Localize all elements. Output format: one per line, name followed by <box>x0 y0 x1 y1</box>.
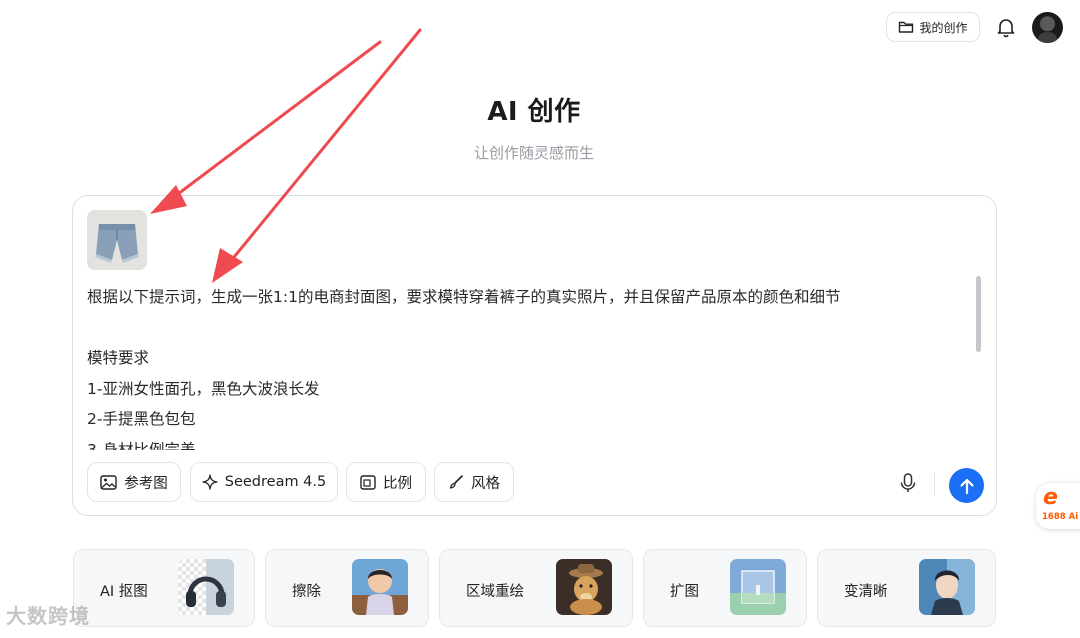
user-avatar[interactable] <box>1032 12 1063 43</box>
folder-icon <box>899 21 914 33</box>
prompt-line: 模特要求 <box>87 349 150 367</box>
prompt-scrollbar[interactable] <box>976 276 981 352</box>
prompt-line: 3-身材比例完美 <box>87 440 196 451</box>
reference-image-label: 参考图 <box>124 475 168 492</box>
prompt-textarea[interactable]: 根据以下提示词，生成一张1:1的电商封面图，要求模特穿着裤子的真实照片，并且保留… <box>87 282 967 450</box>
feature-label: 区域重绘 <box>466 584 524 600</box>
aspect-ratio-icon <box>360 474 376 490</box>
feature-label: AI 抠图 <box>100 584 148 600</box>
prompt-line: 2-手提黑色包包 <box>87 410 196 428</box>
reference-image-button[interactable]: 参考图 <box>87 462 181 502</box>
microphone-icon[interactable] <box>897 472 919 494</box>
arrow-up-icon <box>959 478 974 494</box>
bell-icon[interactable] <box>995 16 1017 38</box>
child-photo-thumbnail <box>352 559 408 615</box>
model-select-button[interactable]: Seedream 4.5 <box>190 462 338 502</box>
toolbar-divider <box>934 472 935 496</box>
feature-card-inpaint[interactable]: 区域重绘 <box>439 549 633 627</box>
page-subtitle: 让创作随灵感而生 <box>473 144 594 162</box>
sparkle-icon <box>202 474 218 490</box>
prompt-line <box>87 313 967 344</box>
image-icon <box>100 474 117 490</box>
reference-image-thumbnail[interactable] <box>87 210 147 270</box>
feature-label: 扩图 <box>670 584 699 600</box>
landscape-thumbnail <box>730 559 786 615</box>
arrow-to-reference-image <box>150 40 382 214</box>
feature-card-enhance[interactable]: 变清晰 <box>817 549 996 627</box>
feature-card-cutout[interactable]: AI 抠图 <box>73 549 255 627</box>
ratio-label: 比例 <box>383 475 412 492</box>
ai-assistant-badge[interactable]: e 1688 Ai <box>1036 483 1080 529</box>
denim-shorts-image <box>87 210 147 270</box>
style-button[interactable]: 风格 <box>434 462 514 502</box>
prompt-composer[interactable]: 根据以下提示词，生成一张1:1的电商封面图，要求模特穿着裤子的真实照片，并且保留… <box>72 195 997 516</box>
page-title: AI 创作 <box>487 97 581 127</box>
feature-card-erase[interactable]: 擦除 <box>265 549 429 627</box>
model-label: Seedream 4.5 <box>224 474 327 490</box>
brand-logo: e <box>1043 485 1058 510</box>
dog-photo-thumbnail <box>556 559 612 615</box>
prompt-line: 根据以下提示词，生成一张1:1的电商封面图，要求模特穿着裤子的真实照片，并且保留… <box>87 288 841 306</box>
style-label: 风格 <box>471 475 500 492</box>
headphones-thumbnail <box>178 559 234 615</box>
my-creation-label: 我的创作 <box>919 20 968 35</box>
feature-label: 擦除 <box>292 584 321 600</box>
send-button[interactable] <box>949 468 984 503</box>
watermark: 大数跨境 <box>6 604 90 628</box>
ratio-button[interactable]: 比例 <box>346 462 426 502</box>
portrait-thumbnail <box>919 559 975 615</box>
feature-card-expand[interactable]: 扩图 <box>643 549 807 627</box>
prompt-line: 1-亚洲女性面孔，黑色大波浪长发 <box>87 379 320 398</box>
brush-icon <box>449 475 463 489</box>
badge-text: 1688 Ai <box>1042 512 1079 522</box>
feature-label: 变清晰 <box>844 584 888 600</box>
my-creation-button[interactable]: 我的创作 <box>886 12 980 42</box>
